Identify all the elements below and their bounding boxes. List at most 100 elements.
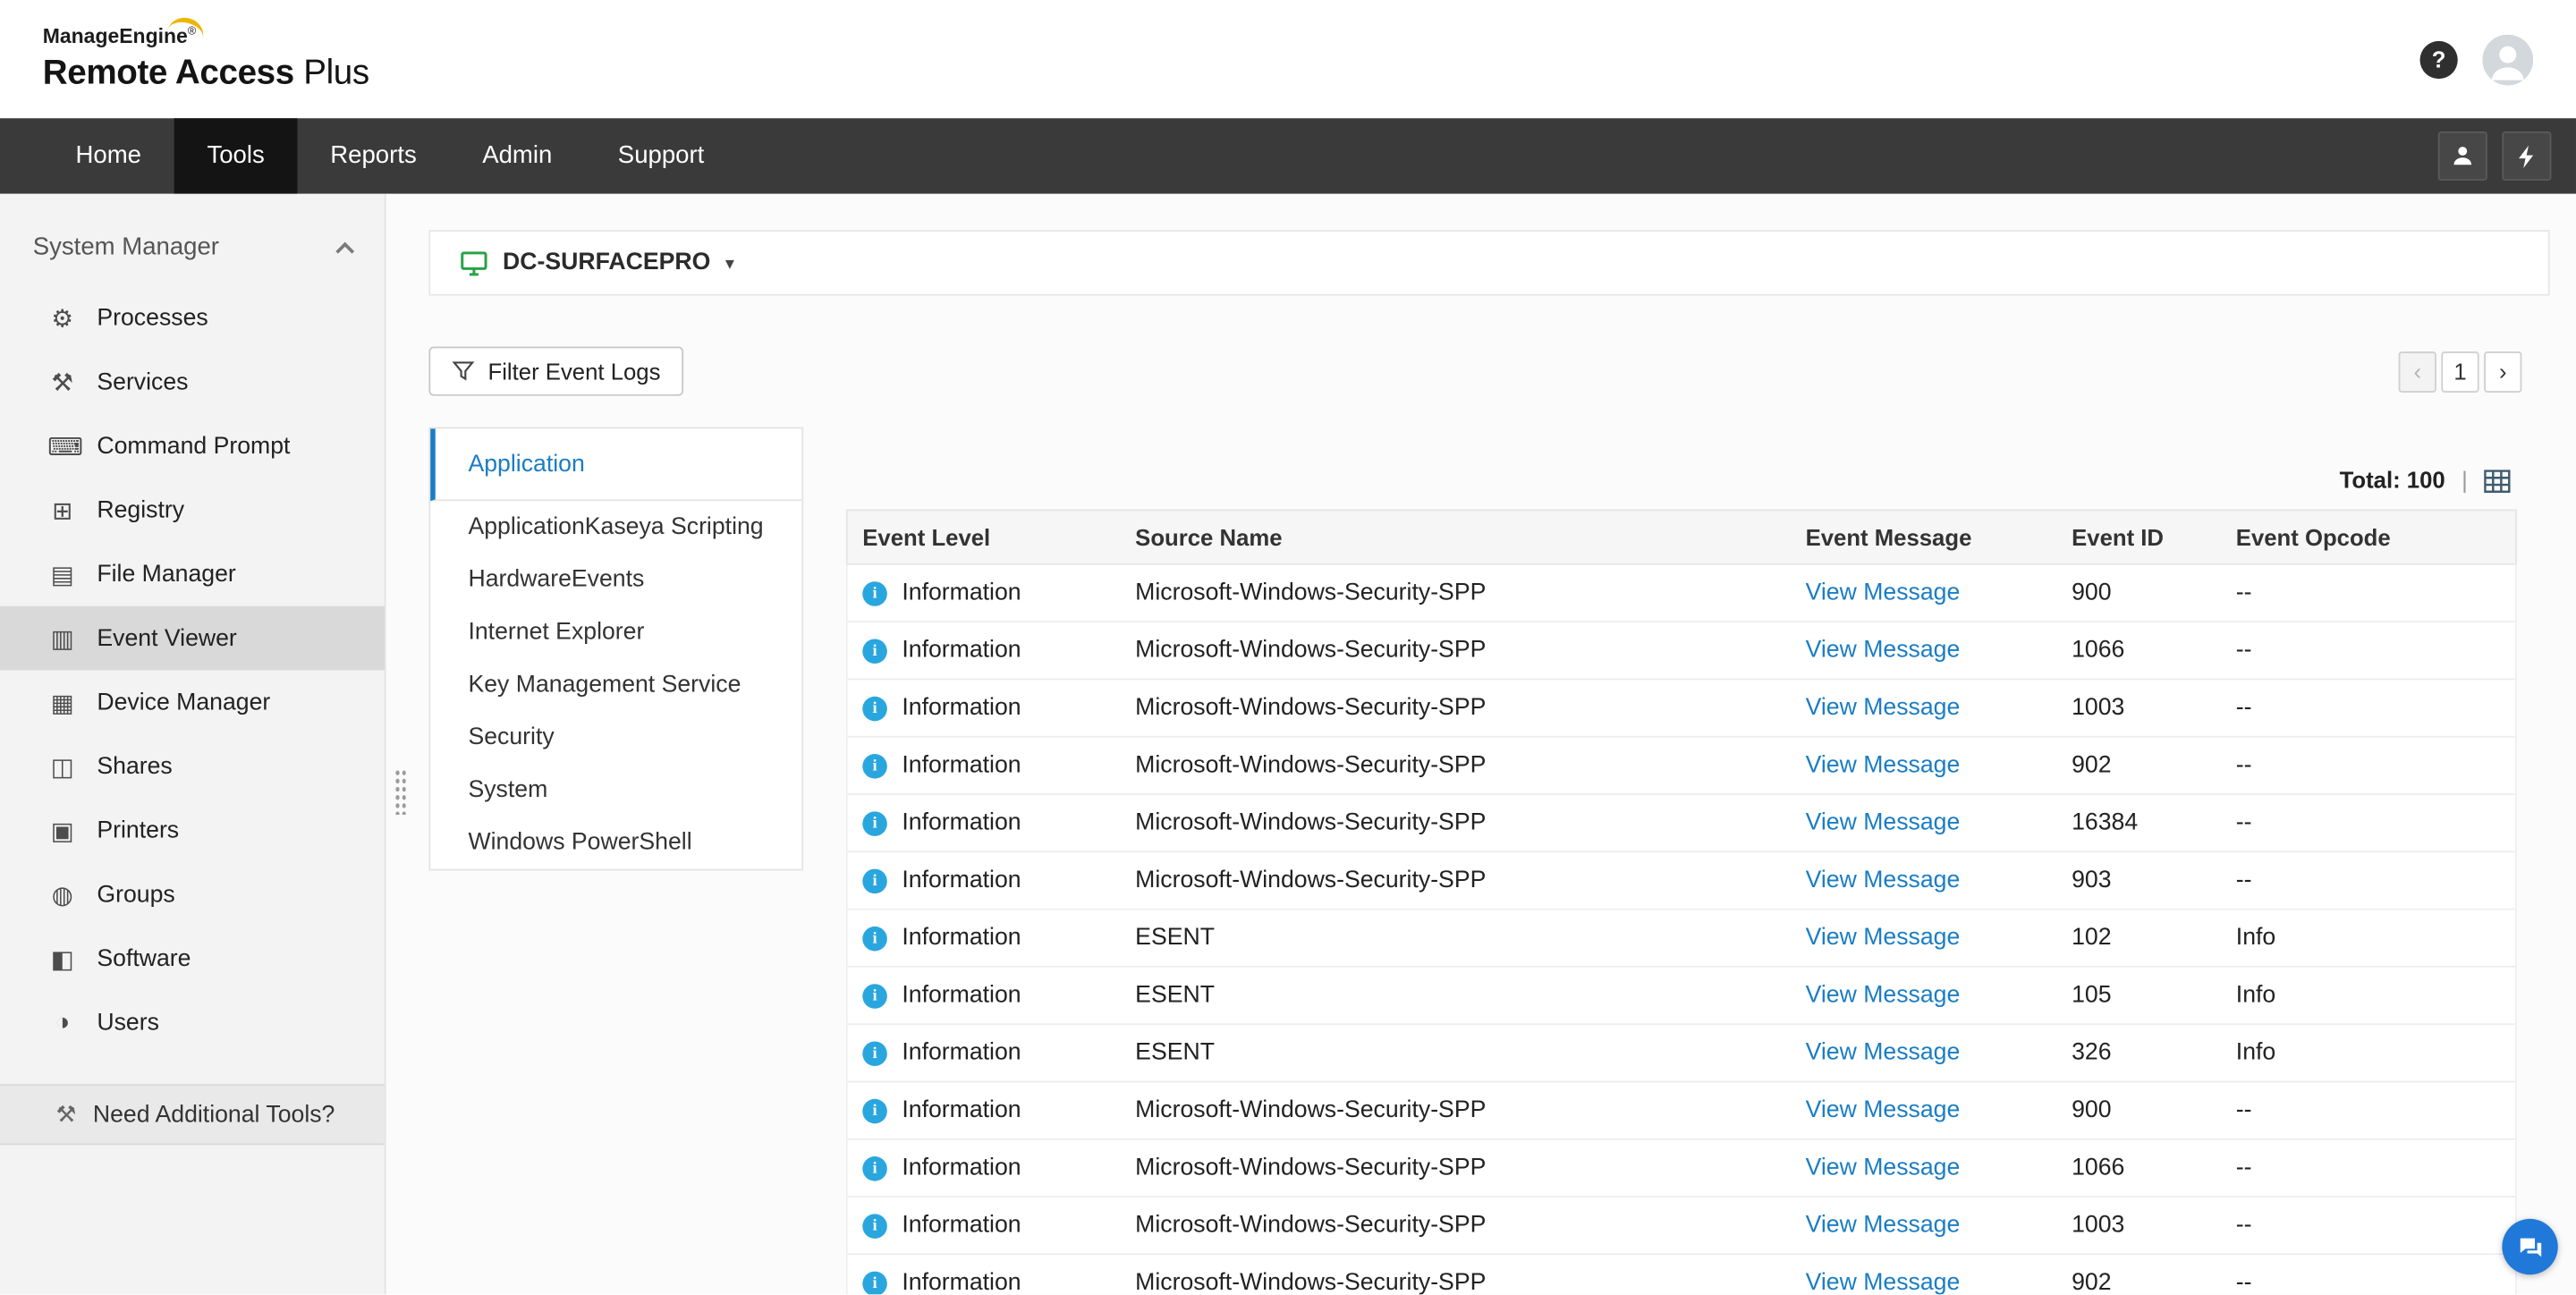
filter-button-label: Filter Event Logs: [488, 358, 661, 384]
filter-event-logs-button[interactable]: Filter Event Logs: [428, 347, 683, 396]
tools-icon: ⚒: [55, 1101, 76, 1129]
table-row: i Information Microsoft-Windows-Security…: [848, 1198, 2515, 1255]
log-category-item[interactable]: Application: [430, 428, 801, 501]
log-category-item[interactable]: System: [430, 764, 801, 817]
view-message-link[interactable]: View Message: [1806, 1155, 1961, 1181]
event-id: 902: [2072, 1270, 2236, 1295]
nav-item[interactable]: Tools: [174, 118, 298, 193]
nav-item[interactable]: Home: [43, 118, 174, 193]
view-message-link[interactable]: View Message: [1806, 638, 1961, 664]
log-category-item[interactable]: Security: [430, 711, 801, 764]
sidebar-item-label: Shares: [97, 753, 172, 779]
brand-product-suffix: Plus: [294, 54, 369, 91]
log-category-item[interactable]: Internet Explorer: [430, 606, 801, 659]
sidebar-item[interactable]: ▦ Device Manager: [0, 670, 385, 734]
event-level: Information: [902, 810, 1021, 836]
information-icon: i: [862, 1213, 887, 1238]
app-header: ManageEngine® Remote Access Plus ?: [0, 0, 2576, 118]
sidebar-item[interactable]: ⊞ Registry: [0, 478, 385, 542]
sidebar-item-label: Printers: [97, 817, 179, 843]
log-category-list: Application ApplicationKaseya Scripting …: [428, 427, 803, 871]
sidebar-item[interactable]: ▣ Printers: [0, 799, 385, 863]
event-id: 903: [2072, 868, 2236, 893]
brand-logo: ManageEngine® Remote Access Plus: [43, 26, 369, 91]
nav-item[interactable]: Support: [585, 118, 737, 193]
view-message-link[interactable]: View Message: [1806, 1040, 1961, 1066]
nav-item[interactable]: Admin: [449, 118, 585, 193]
event-level: Information: [902, 982, 1021, 1008]
source-name: Microsoft-Windows-Security-SPP: [1135, 752, 1805, 778]
log-category-item[interactable]: HardwareEvents: [430, 554, 801, 606]
avatar[interactable]: [2482, 34, 2533, 85]
sidebar-item[interactable]: ▤ File Manager: [0, 542, 385, 606]
sidebar: System Manager ⚙ Processes ⚒ Services ⌨ …: [0, 194, 386, 1295]
sidebar-item[interactable]: ⚙ Processes: [0, 286, 385, 351]
sidebar-item[interactable]: ▥ Event Viewer: [0, 606, 385, 671]
sidebar-item-label: Processes: [97, 305, 208, 331]
view-message-link[interactable]: View Message: [1806, 1213, 1961, 1239]
source-name: Microsoft-Windows-Security-SPP: [1135, 695, 1805, 721]
event-level: Information: [902, 868, 1021, 893]
view-message-link[interactable]: View Message: [1806, 810, 1961, 836]
sidebar-item-icon: ◍: [47, 880, 77, 910]
view-message-link[interactable]: View Message: [1806, 925, 1961, 951]
sidebar-item[interactable]: ⚒ Services: [0, 350, 385, 414]
sidebar-item[interactable]: ◍ Groups: [0, 862, 385, 927]
log-category-item[interactable]: Windows PowerShell: [430, 817, 801, 869]
view-message-link[interactable]: View Message: [1806, 868, 1961, 893]
event-level: Information: [902, 638, 1021, 664]
source-name: Microsoft-Windows-Security-SPP: [1135, 1155, 1805, 1181]
panel-resize-handle[interactable]: [394, 769, 406, 815]
log-category-item[interactable]: ApplicationKaseya Scripting: [430, 501, 801, 554]
content-row: Application ApplicationKaseya Scripting …: [428, 427, 2549, 1295]
live-chat-button[interactable]: [2502, 1219, 2557, 1274]
sidebar-item[interactable]: ◑ Users: [0, 991, 385, 1055]
remote-assist-icon[interactable]: [2438, 131, 2487, 181]
column-chooser-icon[interactable]: [2484, 470, 2510, 493]
information-icon: i: [862, 1098, 887, 1123]
view-message-link[interactable]: View Message: [1806, 1270, 1961, 1295]
event-level: Information: [902, 925, 1021, 951]
event-id: 1003: [2072, 1213, 2236, 1239]
view-message-link[interactable]: View Message: [1806, 580, 1961, 605]
table-row: i Information Microsoft-Windows-Security…: [848, 795, 2515, 852]
table-row: i Information Microsoft-Windows-Security…: [848, 1082, 2515, 1139]
view-message-link[interactable]: View Message: [1806, 752, 1961, 778]
event-opcode: --: [2236, 1213, 2515, 1239]
source-name: ESENT: [1135, 982, 1805, 1008]
event-id: 105: [2072, 982, 2236, 1008]
device-selector[interactable]: DC-SURFACEPRO ▾: [428, 230, 2549, 295]
event-opcode: --: [2236, 1270, 2515, 1295]
view-message-link[interactable]: View Message: [1806, 982, 1961, 1008]
view-message-link[interactable]: View Message: [1806, 695, 1961, 721]
app-root: ManageEngine® Remote Access Plus ? Home …: [0, 0, 2576, 1294]
column-header: Source Name: [1135, 524, 1805, 550]
nav-item[interactable]: Reports: [298, 118, 450, 193]
column-header: Event Level: [848, 524, 1135, 550]
main-content: DC-SURFACEPRO ▾ Filter Event Logs ‹ 1 ›: [386, 194, 2576, 1295]
sidebar-item-icon: ⊞: [47, 495, 77, 525]
event-level: Information: [902, 1270, 1021, 1295]
quick-launch-icon[interactable]: [2502, 131, 2551, 181]
sidebar-item[interactable]: ⌨ Command Prompt: [0, 414, 385, 478]
sidebar-item-icon: ▦: [47, 688, 77, 717]
sidebar-item[interactable]: ◧ Software: [0, 927, 385, 991]
next-page-button[interactable]: ›: [2484, 351, 2521, 392]
event-id: 900: [2072, 580, 2236, 605]
table-body: i Information Microsoft-Windows-Security…: [846, 565, 2517, 1295]
sidebar-item[interactable]: ◫ Shares: [0, 734, 385, 799]
layout: System Manager ⚙ Processes ⚒ Services ⌨ …: [0, 194, 2576, 1295]
view-message-link[interactable]: View Message: [1806, 1097, 1961, 1123]
prev-page-button[interactable]: ‹: [2399, 351, 2436, 392]
event-level: Information: [902, 695, 1021, 721]
need-additional-tools-button[interactable]: ⚒ Need Additional Tools?: [0, 1084, 385, 1145]
event-opcode: --: [2236, 580, 2515, 605]
log-category-item[interactable]: Key Management Service: [430, 659, 801, 712]
sidebar-item-label: Event Viewer: [97, 625, 236, 651]
source-name: ESENT: [1135, 1040, 1805, 1066]
help-icon[interactable]: ?: [2420, 40, 2458, 78]
table-row: i Information ESENT View Message 326 Inf…: [848, 1025, 2515, 1082]
collapse-chevron-icon[interactable]: [335, 241, 354, 260]
information-icon: i: [862, 926, 887, 951]
column-header: Event Opcode: [2236, 524, 2515, 550]
